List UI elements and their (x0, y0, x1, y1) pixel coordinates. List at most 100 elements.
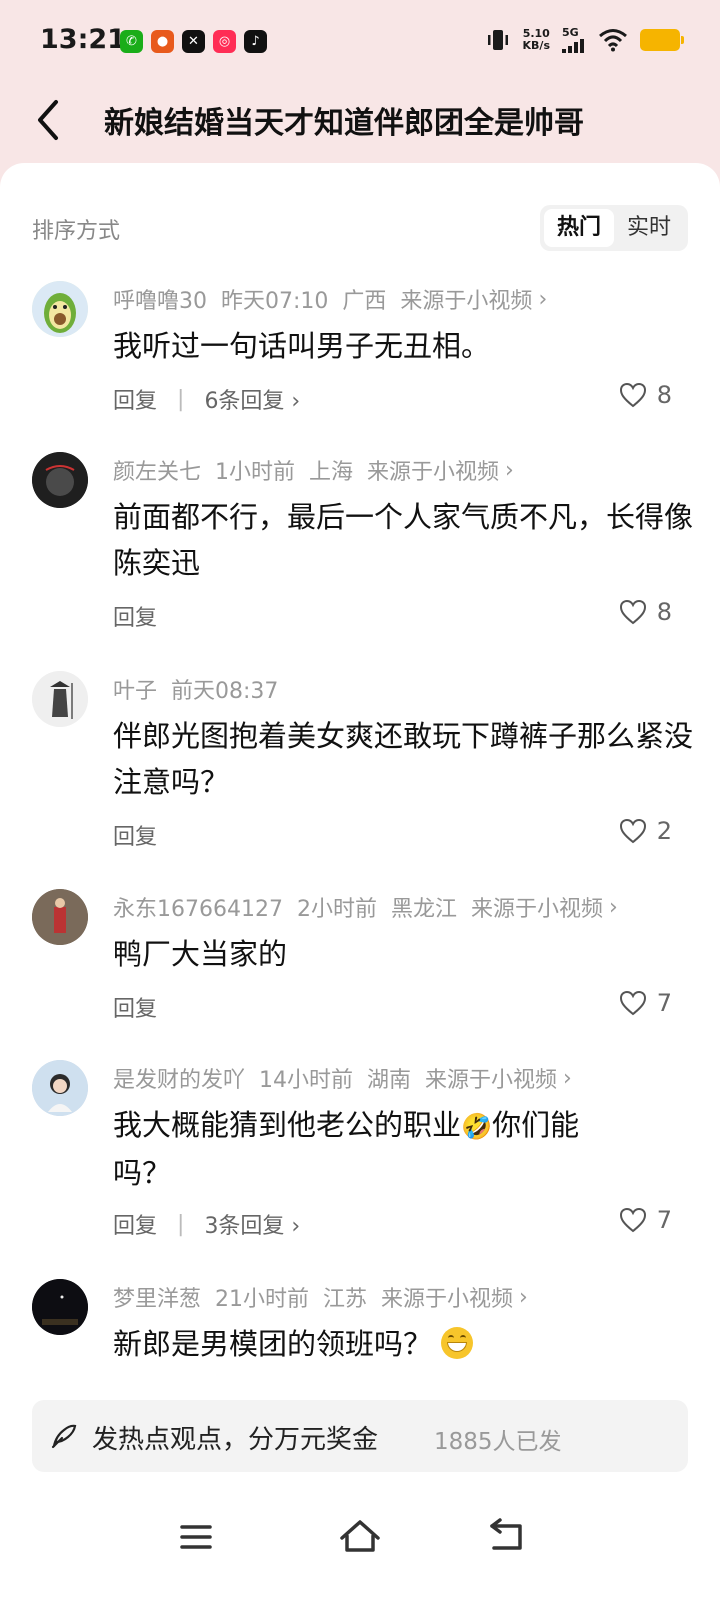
comment-meta: 叶子 前天08:37 (113, 673, 278, 705)
signal-group: 5G (562, 26, 586, 53)
username[interactable]: 颜左关七 (113, 454, 201, 486)
reply-button[interactable]: 回复 (113, 600, 157, 632)
network-speed: 5.10 KB/s (522, 26, 550, 52)
rofl-emoji-icon: 🤣 (461, 1112, 493, 1141)
kuaishou-icon: ◎ (213, 30, 236, 53)
comment-source[interactable]: 来源于小视频 (381, 1281, 513, 1313)
pumpkin-app-icon: ● (151, 30, 174, 53)
post-opinion-bar[interactable]: 发热点观点，分万元奖金 1885人已发 (32, 1400, 688, 1472)
like-count: 8 (656, 598, 672, 626)
comment-source[interactable]: 来源于小视频 (471, 891, 603, 923)
like-count: 7 (656, 989, 672, 1017)
comment-location: 江苏 (323, 1287, 368, 1312)
username[interactable]: 永东167664127 (113, 891, 283, 923)
heart-icon (619, 599, 646, 625)
comment-location: 广西 (342, 289, 387, 314)
comment-meta: 是发财的发吖 14小时前 湖南 来源于小视频 › (113, 1062, 572, 1094)
back-nav-button[interactable] (478, 1512, 538, 1562)
view-replies-button[interactable]: 3条回复 › (204, 1208, 300, 1240)
chevron-right-icon: › (519, 1284, 528, 1310)
menu-button[interactable] (166, 1512, 226, 1562)
reply-button[interactable]: 回复 (113, 1208, 157, 1240)
divider: | (177, 1211, 185, 1237)
avatar[interactable] (32, 671, 88, 727)
divider: | (177, 386, 185, 412)
title-bar: 新娘结婚当天才知道伴郎团全是帅哥 (0, 84, 720, 164)
capcut-icon: ✕ (182, 30, 205, 53)
pen-icon (51, 1424, 77, 1449)
comment-actions: 回复 (113, 819, 157, 851)
username[interactable]: 叶子 (113, 673, 157, 705)
heart-icon (619, 818, 646, 844)
avatar[interactable] (32, 889, 88, 945)
avatar[interactable] (32, 281, 88, 337)
avatar[interactable] (32, 452, 88, 508)
comments-panel: 排序方式 热门 实时 呼噜噜30 昨天07:10 广西 来源于小视频 › 我听过… (0, 163, 720, 1608)
post-prompt: 发热点观点，分万元奖金 (92, 1425, 379, 1455)
street-avatar-icon (32, 889, 88, 945)
comment-time: 1小时前 (215, 460, 296, 485)
like-button[interactable]: 7 (619, 1206, 672, 1234)
home-icon (340, 1520, 380, 1552)
comment-time: 21小时前 (215, 1287, 310, 1312)
username[interactable]: 呼噜噜30 (113, 283, 207, 315)
username[interactable]: 梦里洋葱 (113, 1281, 201, 1313)
avatar[interactable] (32, 1060, 88, 1116)
comment-location: 黑龙江 (390, 897, 457, 922)
comment-time: 14小时前 (259, 1068, 354, 1093)
view-replies-button[interactable]: 6条回复 › (204, 383, 300, 415)
comment-meta: 永东167664127 2小时前 黑龙江 来源于小视频 › (113, 891, 618, 923)
notification-icons: ✆ ● ✕ ◎ ♪ (120, 30, 267, 53)
status-bar: 13:21 ✆ ● ✕ ◎ ♪ 5.10 KB/s 5G (0, 0, 720, 84)
like-button[interactable]: 2 (619, 817, 672, 845)
comment-source[interactable]: 来源于小视频 (400, 283, 532, 315)
avatar[interactable] (32, 1279, 88, 1335)
username[interactable]: 是发财的发吖 (113, 1062, 245, 1094)
like-count: 7 (656, 1206, 672, 1234)
comment-text: 伴郎光图抱着美女爽还敢玩下蹲裤子那么紧没注意吗？ (113, 719, 694, 799)
tiktok-icon: ♪ (244, 30, 267, 53)
vibrate-icon (487, 29, 508, 50)
comment-time: 昨天07:10 (221, 289, 329, 314)
back-button[interactable] (32, 98, 72, 142)
comment-actions: 回复 (113, 991, 157, 1023)
comment-source[interactable]: 来源于小视频 (425, 1062, 557, 1094)
comment-text: 鸭厂大当家的 (113, 937, 288, 971)
signal-icon (562, 39, 584, 53)
like-button[interactable]: 8 (619, 381, 672, 409)
comment-text: 新郎是男模团的领班吗？ (113, 1321, 693, 1367)
comment-text: 前面都不行，最后一个人家气质不凡，长得像陈奕迅 (113, 500, 694, 580)
comment-meta: 呼噜噜30 昨天07:10 广西 来源于小视频 › (113, 283, 547, 315)
comment-source[interactable]: 来源于小视频 (367, 454, 499, 486)
grin-emoji-icon (441, 1327, 474, 1359)
sort-latest-tab[interactable]: 实时 (614, 209, 684, 247)
reply-button[interactable]: 回复 (113, 819, 157, 851)
sort-hot-tab[interactable]: 热门 (544, 209, 614, 247)
home-button[interactable] (330, 1512, 390, 1562)
comment-meta: 梦里洋葱 21小时前 江苏 来源于小视频 › (113, 1281, 528, 1313)
comment-meta: 颜左关七 1小时前 上海 来源于小视频 › (113, 454, 514, 486)
chevron-right-icon: › (563, 1065, 572, 1091)
girl-avatar-icon (32, 1060, 88, 1116)
like-count: 2 (656, 817, 672, 845)
heart-icon (619, 1207, 646, 1233)
avocado-avatar-icon (32, 281, 88, 337)
like-button[interactable]: 8 (619, 598, 672, 626)
comment-actions: 回复 | 3条回复 › (113, 1208, 300, 1240)
chevron-left-icon (38, 100, 58, 140)
chevron-right-icon: › (538, 286, 548, 312)
comment-location: 湖南 (367, 1068, 412, 1093)
comment-time: 前天08:37 (171, 679, 279, 704)
swordsman-avatar-icon (32, 671, 88, 727)
comment-actions: 回复 (113, 600, 157, 632)
heart-icon (619, 990, 646, 1016)
battery-icon (640, 28, 684, 51)
sort-toggle: 热门 实时 (540, 205, 688, 251)
reply-button[interactable]: 回复 (113, 383, 157, 415)
chevron-right-icon: › (609, 894, 618, 920)
menu-icon (180, 1525, 212, 1549)
reply-button[interactable]: 回复 (113, 991, 157, 1023)
comment-time: 2小时前 (296, 897, 377, 922)
like-button[interactable]: 7 (619, 989, 672, 1017)
wifi-icon (599, 28, 627, 51)
